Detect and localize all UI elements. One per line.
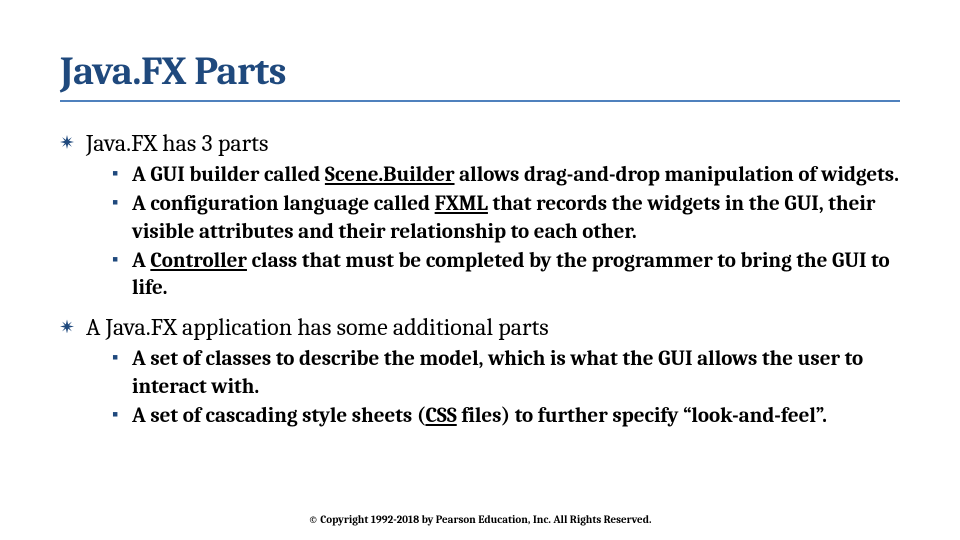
- bullet-2-sub-2: A set of cascading style sheets (CSS fil…: [112, 403, 912, 430]
- css-term: CSS: [425, 404, 456, 428]
- bullet-1-sub-3: A Controller class that must be complete…: [112, 248, 912, 303]
- bullet-1-sublist: A GUI builder called Scene.Builder allow…: [86, 162, 912, 302]
- fxml-term: FXML: [435, 192, 488, 216]
- bullet-1-sub-2: A configuration language called FXML tha…: [112, 191, 912, 246]
- copyright-footer: © Copyright 1992-2018 by Pearson Educati…: [0, 513, 960, 526]
- scene-builder-term: Scene.Builder: [325, 163, 455, 187]
- bullet-1-sub-1: A GUI builder called Scene.Builder allow…: [112, 162, 912, 189]
- bullet-2-sub-1: A set of classes to describe the model, …: [112, 346, 912, 401]
- slide: Java.FX Parts Java.FX has 3 parts A GUI …: [0, 0, 960, 540]
- bullet-2-sublist: A set of classes to describe the model, …: [86, 346, 912, 430]
- slide-title: Java.FX Parts: [60, 48, 912, 94]
- bullet-2: A Java.FX application has some additiona…: [60, 312, 912, 430]
- controller-term: Controller: [150, 249, 247, 273]
- title-underline: [60, 100, 900, 102]
- bullet-list: Java.FX has 3 parts A GUI builder called…: [60, 128, 912, 430]
- bullet-2-text: A Java.FX application has some additiona…: [86, 313, 549, 341]
- bullet-1-text: Java.FX has 3 parts: [86, 129, 268, 157]
- bullet-1: Java.FX has 3 parts A GUI builder called…: [60, 128, 912, 302]
